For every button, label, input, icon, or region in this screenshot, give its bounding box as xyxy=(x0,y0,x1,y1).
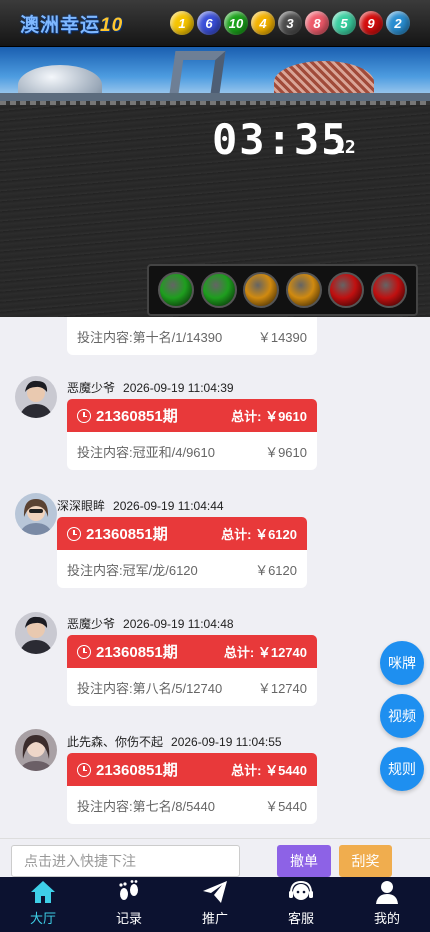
bet-card-header: 21360851期 总计: ￥5440 xyxy=(67,753,317,786)
result-ball: 8 xyxy=(305,11,329,35)
bet-period: 21360851期 xyxy=(96,644,178,661)
tab-records[interactable]: 记录 xyxy=(86,877,172,932)
tab-mine[interactable]: 我的 xyxy=(344,877,430,932)
result-ball: 1 xyxy=(170,11,194,35)
scoreboard: 03:35 12 xyxy=(0,101,430,317)
signal-light xyxy=(200,272,237,308)
bet-period: 21360851期 xyxy=(96,762,178,779)
bet-total: 总计: ￥6120 xyxy=(221,527,297,542)
username: 深深眼眸 xyxy=(57,499,106,513)
bet-time: 2026-09-19 11:04:55 xyxy=(171,735,282,749)
scratch-button[interactable]: 刮奖 xyxy=(339,845,392,877)
bet-card-header: 21360851期 总计: ￥12740 xyxy=(67,635,317,668)
tab-promotion[interactable]: 推广 xyxy=(172,877,258,932)
bet-total: 总计: ￥5440 xyxy=(231,763,307,778)
squeeze-card-button[interactable]: 咪牌 xyxy=(380,641,424,685)
bet-total: 总计: ￥9610 xyxy=(231,409,307,424)
tab-label: 客服 xyxy=(287,911,314,926)
bet-total: 总计: ￥12740 xyxy=(223,645,307,660)
result-ball: 6 xyxy=(197,11,221,35)
clock-icon xyxy=(77,644,91,659)
tab-support[interactable]: 客服 xyxy=(258,877,344,932)
entry-meta: 此先森、你伤不起 2026-09-19 11:04:55 xyxy=(67,733,282,750)
game-title-number: 10 xyxy=(100,15,124,36)
entry-meta: 恶魔少爷 2026-09-19 11:04:48 xyxy=(67,615,234,632)
bet-card-body: 投注内容:冠军/龙/6120 ￥6120 xyxy=(57,550,307,588)
tab-label: 推广 xyxy=(201,911,228,926)
avatar[interactable] xyxy=(15,493,57,535)
bet-card-header: 21360851期 总计: ￥6120 xyxy=(57,517,307,550)
ground-strip xyxy=(0,93,430,101)
bet-content: 投注内容:冠亚和/4/9610 xyxy=(77,444,215,460)
bet-time: 2026-09-19 11:04:39 xyxy=(123,381,234,395)
bet-card-body: 投注内容:第八名/5/12740 ￥12740 xyxy=(67,668,317,706)
result-ball: 9 xyxy=(359,11,383,35)
result-ball: 4 xyxy=(251,11,275,35)
signal-light xyxy=(158,272,195,308)
result-ball: 10 xyxy=(224,11,248,35)
entry-meta: 深深眼眸 2026-09-19 11:04:44 xyxy=(57,497,224,514)
bet-card-body: 投注内容:第七名/8/5440 ￥5440 xyxy=(67,786,317,824)
tab-label: 记录 xyxy=(115,911,142,926)
username: 恶魔少爷 xyxy=(67,381,116,395)
bet-amount: ￥14390 xyxy=(257,329,307,345)
bet-period: 21360851期 xyxy=(96,408,178,425)
bottom-tab-bar: 大厅 记录 推广 客服 我的 xyxy=(0,877,430,932)
tab-label: 我的 xyxy=(373,911,400,926)
top-bar: 澳洲幸运10 1 6 10 4 3 8 5 9 2 xyxy=(0,0,430,47)
result-ball: 5 xyxy=(332,11,356,35)
footprint-icon xyxy=(119,880,138,900)
draw-result-balls: 1 6 10 4 3 8 5 9 2 xyxy=(170,11,410,35)
countdown-timer: 03:35 xyxy=(212,115,349,164)
app-root: 澳洲幸运10 1 6 10 4 3 8 5 9 2 03:35 12 投注内容:… xyxy=(0,0,430,932)
signal-light xyxy=(285,272,322,308)
bet-card-body: 投注内容:冠亚和/4/9610 ￥9610 xyxy=(67,432,317,470)
home-icon xyxy=(31,881,55,903)
bet-amount: ￥5440 xyxy=(265,798,307,814)
game-title-text: 澳洲幸运 xyxy=(20,15,101,36)
city-banner xyxy=(0,47,430,101)
signal-light xyxy=(370,272,407,308)
headset-icon xyxy=(289,880,313,900)
clock-icon xyxy=(67,526,81,541)
quick-bet-input[interactable] xyxy=(11,845,240,877)
result-ball: 3 xyxy=(278,11,302,35)
bet-card-body: 投注内容:第十名/1/14390 ￥14390 xyxy=(67,317,317,355)
user-icon xyxy=(376,881,398,904)
signal-light xyxy=(328,272,365,308)
avatar[interactable] xyxy=(15,612,57,654)
bet-amount: ￥12740 xyxy=(257,680,307,696)
bet-time: 2026-09-19 11:04:44 xyxy=(113,499,224,513)
video-button[interactable]: 视频 xyxy=(380,694,424,738)
tab-lobby[interactable]: 大厅 xyxy=(0,877,86,932)
bet-period: 21360851期 xyxy=(86,526,168,543)
username: 此先森、你伤不起 xyxy=(67,735,164,749)
bet-feed[interactable]: 投注内容:第十名/1/14390 ￥14390 恶魔少爷 2026-09-19 1… xyxy=(0,317,430,838)
avatar[interactable] xyxy=(15,729,57,771)
rules-button[interactable]: 规则 xyxy=(380,747,424,791)
bet-card-header: 21360851期 总计: ￥9610 xyxy=(67,399,317,432)
tab-label: 大厅 xyxy=(29,911,56,926)
result-ball: 2 xyxy=(386,11,410,35)
bet-content: 投注内容:第七名/8/5440 xyxy=(77,798,215,814)
bet-content: 投注内容:第八名/5/12740 xyxy=(77,680,223,696)
entry-meta: 恶魔少爷 2026-09-19 11:04:39 xyxy=(67,379,234,396)
bet-content: 投注内容:第十名/1/14390 xyxy=(77,329,223,345)
traffic-lights xyxy=(147,264,418,316)
quick-bet-bar: 撤单 刮奖 xyxy=(0,838,430,877)
bet-content: 投注内容:冠军/龙/6120 xyxy=(67,562,198,578)
paper-plane-icon xyxy=(203,881,227,903)
clock-icon xyxy=(77,408,91,423)
bet-time: 2026-09-19 11:04:48 xyxy=(123,617,234,631)
undo-bet-button[interactable]: 撤单 xyxy=(277,845,331,877)
signal-light xyxy=(243,272,280,308)
countdown-sub-digits: 12 xyxy=(334,137,356,158)
bet-amount: ￥6120 xyxy=(255,562,297,578)
game-title: 澳洲幸运10 xyxy=(20,10,123,37)
clock-icon xyxy=(77,762,91,777)
bet-amount: ￥9610 xyxy=(265,444,307,460)
username: 恶魔少爷 xyxy=(67,617,116,631)
avatar[interactable] xyxy=(15,376,57,418)
